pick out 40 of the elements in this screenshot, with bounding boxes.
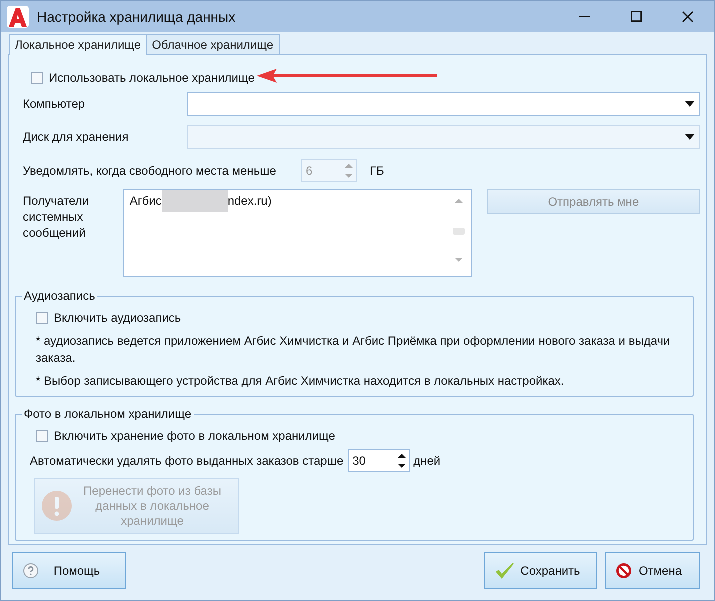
tab[interactable]: Локальное хранилище	[9, 34, 148, 55]
spin-arrows-icon[interactable]	[398, 452, 406, 468]
cancel-button[interactable]: Отмена	[605, 552, 700, 589]
list-item[interactable]: Агбис	[130, 194, 162, 208]
unit-label: ГБ	[370, 164, 384, 178]
group-title: Фото в локальном хранилище	[23, 407, 193, 421]
note-text: * Выбор записывающего устройства для Агбис Химчистка находится в локальных настройках.	[36, 373, 566, 390]
note-text: * аудиозапись ведется приложением Агбис Химчистка и Агбис Приёмка при оформлении нового заказа и выдачи заказа.	[36, 333, 672, 367]
checkbox-label: Включить аудиозапись	[54, 311, 182, 325]
close-icon[interactable]	[682, 10, 694, 22]
field-label: Автоматически удалять фото выданных заказов старше	[30, 454, 344, 468]
unit-label: дней	[414, 454, 441, 468]
list-item[interactable]: ndex.ru)	[228, 194, 272, 208]
help-button[interactable]: Помощь	[12, 552, 126, 589]
checkbox[interactable]	[36, 312, 48, 324]
help-icon	[23, 562, 39, 578]
window-title: Настройка хранилища данных	[37, 8, 237, 24]
field-label: Уведомлять, когда свободного места меньше	[23, 164, 278, 178]
save-button[interactable]: Сохранить	[484, 552, 597, 589]
tab[interactable]: Облачное хранилище	[146, 34, 280, 54]
checkbox[interactable]	[31, 72, 43, 84]
logo-icon	[7, 6, 29, 28]
group-title: Аудиозапись	[23, 289, 96, 303]
warning-icon	[41, 490, 73, 522]
field-label: Диск для хранения	[23, 130, 130, 144]
cancel-icon	[616, 562, 632, 578]
checkbox-label: Использовать локальное хранилище	[49, 71, 255, 85]
maximize-icon[interactable]	[630, 11, 642, 22]
recipients-list[interactable]: Агбис ndex.ru)	[122, 189, 472, 277]
check-icon	[495, 562, 515, 580]
minimize-icon[interactable]	[578, 16, 590, 18]
field-label: Получатели системных сообщений	[23, 193, 90, 242]
checkbox-label: Включить хранение фото в локальном хранилище	[54, 429, 336, 443]
checkbox[interactable]	[36, 430, 48, 442]
number-field[interactable]: 30	[348, 449, 410, 472]
dropdown-field[interactable]	[187, 92, 700, 116]
dropdown-arrow-icon	[685, 101, 695, 107]
redaction-block	[162, 190, 228, 212]
dropdown-arrow-icon	[685, 134, 695, 140]
field-label: Компьютер	[23, 97, 86, 111]
